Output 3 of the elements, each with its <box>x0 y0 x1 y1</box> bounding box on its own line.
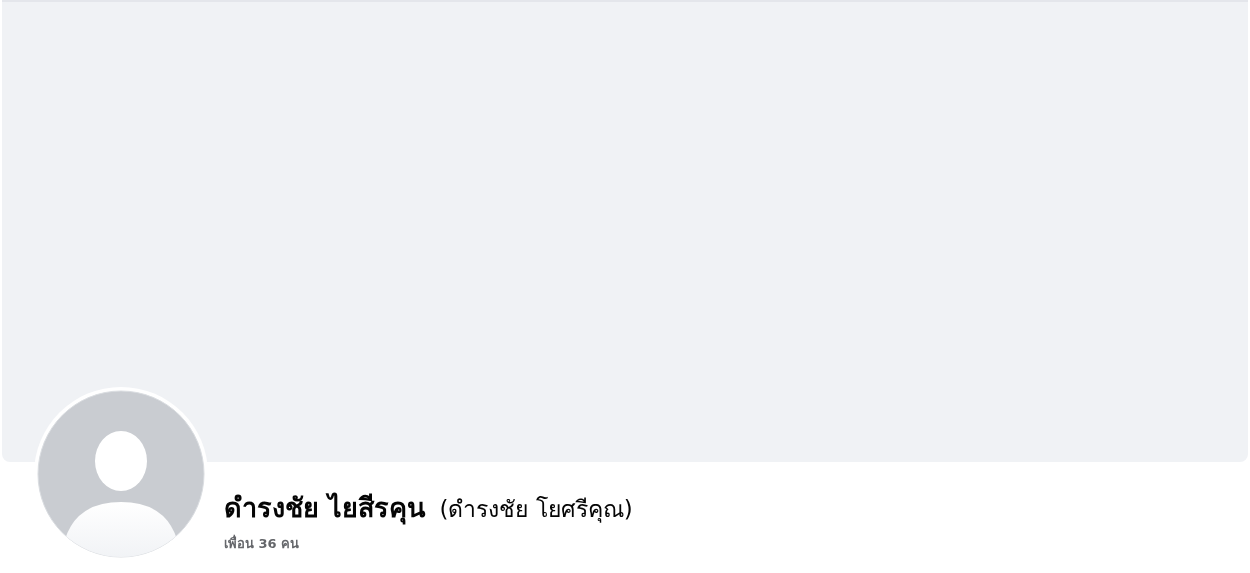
profile-name: ดำรงชัย ไยสีรคุน <box>224 491 426 527</box>
friends-count[interactable]: เพื่อน 36 คน <box>224 533 633 554</box>
alternate-name: (ดำรงชัย โยศรีคุณ) <box>439 495 633 525</box>
